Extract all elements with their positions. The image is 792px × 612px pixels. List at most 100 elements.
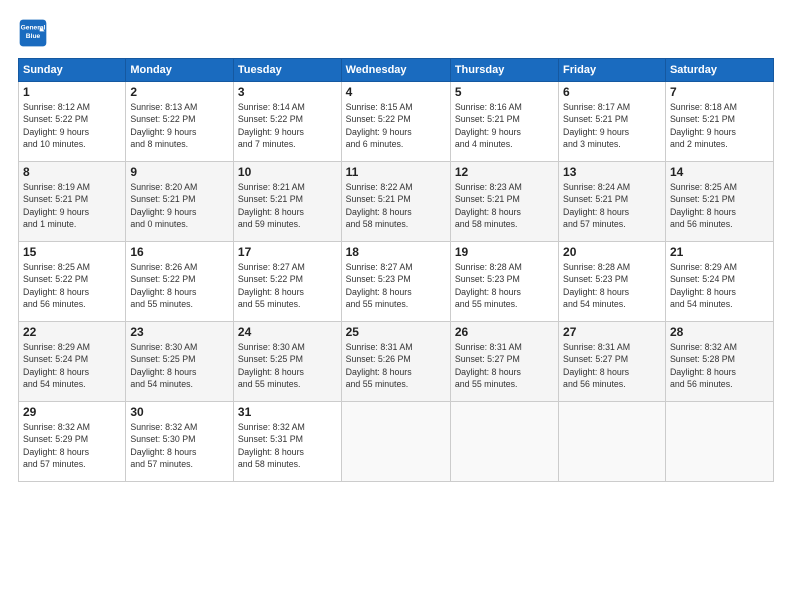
calendar-cell: 1 Sunrise: 8:12 AM Sunset: 5:22 PM Daylig… <box>19 82 126 162</box>
calendar-cell: 4 Sunrise: 8:15 AM Sunset: 5:22 PM Daylig… <box>341 82 450 162</box>
day-info: Sunrise: 8:18 AM Sunset: 5:21 PM Dayligh… <box>670 101 769 150</box>
calendar-cell: 30 Sunrise: 8:32 AM Sunset: 5:30 PM Dayli… <box>126 402 234 482</box>
day-number: 21 <box>670 245 769 259</box>
day-info: Sunrise: 8:15 AM Sunset: 5:22 PM Dayligh… <box>346 101 446 150</box>
day-number: 8 <box>23 165 121 179</box>
day-number: 22 <box>23 325 121 339</box>
calendar-cell: 31Sunrise: 8:32 AM Sunset: 5:31 PM Dayli… <box>233 402 341 482</box>
day-number: 7 <box>670 85 769 99</box>
calendar-cell: 11 Sunrise: 8:22 AM Sunset: 5:21 PM Dayli… <box>341 162 450 242</box>
day-number: 13 <box>563 165 661 179</box>
calendar-cell: 24Sunrise: 8:30 AM Sunset: 5:25 PM Dayli… <box>233 322 341 402</box>
day-number: 30 <box>130 405 229 419</box>
calendar-cell: 10 Sunrise: 8:21 AM Sunset: 5:21 PM Dayli… <box>233 162 341 242</box>
calendar-cell: 25Sunrise: 8:31 AM Sunset: 5:26 PM Dayli… <box>341 322 450 402</box>
day-info: Sunrise: 8:30 AM Sunset: 5:25 PM Dayligh… <box>238 341 337 390</box>
day-number: 28 <box>670 325 769 339</box>
day-info: Sunrise: 8:28 AM Sunset: 5:23 PM Dayligh… <box>563 261 661 310</box>
day-info: Sunrise: 8:20 AM Sunset: 5:21 PM Dayligh… <box>130 181 229 230</box>
day-info: Sunrise: 8:29 AM Sunset: 5:24 PM Dayligh… <box>23 341 121 390</box>
weekday-header-sunday: Sunday <box>19 59 126 82</box>
day-info: Sunrise: 8:14 AM Sunset: 5:22 PM Dayligh… <box>238 101 337 150</box>
calendar-cell: 17Sunrise: 8:27 AM Sunset: 5:22 PM Dayli… <box>233 242 341 322</box>
day-info: Sunrise: 8:24 AM Sunset: 5:21 PM Dayligh… <box>563 181 661 230</box>
day-number: 12 <box>455 165 554 179</box>
day-info: Sunrise: 8:32 AM Sunset: 5:29 PM Dayligh… <box>23 421 121 470</box>
day-number: 18 <box>346 245 446 259</box>
calendar: SundayMondayTuesdayWednesdayThursdayFrid… <box>18 58 774 482</box>
day-info: Sunrise: 8:17 AM Sunset: 5:21 PM Dayligh… <box>563 101 661 150</box>
day-number: 6 <box>563 85 661 99</box>
day-info: Sunrise: 8:31 AM Sunset: 5:27 PM Dayligh… <box>455 341 554 390</box>
calendar-cell: 22 Sunrise: 8:29 AM Sunset: 5:24 PM Dayli… <box>19 322 126 402</box>
day-info: Sunrise: 8:32 AM Sunset: 5:30 PM Dayligh… <box>130 421 229 470</box>
day-info: Sunrise: 8:21 AM Sunset: 5:21 PM Dayligh… <box>238 181 337 230</box>
day-info: Sunrise: 8:19 AM Sunset: 5:21 PM Dayligh… <box>23 181 121 230</box>
day-number: 31 <box>238 405 337 419</box>
day-info: Sunrise: 8:12 AM Sunset: 5:22 PM Dayligh… <box>23 101 121 150</box>
svg-text:Blue: Blue <box>26 33 41 40</box>
day-number: 20 <box>563 245 661 259</box>
calendar-cell: 6 Sunrise: 8:17 AM Sunset: 5:21 PM Daylig… <box>559 82 666 162</box>
calendar-cell: 12 Sunrise: 8:23 AM Sunset: 5:21 PM Dayli… <box>450 162 558 242</box>
day-number: 19 <box>455 245 554 259</box>
day-number: 16 <box>130 245 229 259</box>
day-number: 2 <box>130 85 229 99</box>
day-info: Sunrise: 8:13 AM Sunset: 5:22 PM Dayligh… <box>130 101 229 150</box>
weekday-header-thursday: Thursday <box>450 59 558 82</box>
day-number: 10 <box>238 165 337 179</box>
day-info: Sunrise: 8:31 AM Sunset: 5:27 PM Dayligh… <box>563 341 661 390</box>
calendar-cell: 3Sunrise: 8:14 AM Sunset: 5:22 PM Daylig… <box>233 82 341 162</box>
day-info: Sunrise: 8:23 AM Sunset: 5:21 PM Dayligh… <box>455 181 554 230</box>
day-number: 11 <box>346 165 446 179</box>
calendar-week-5: 29 Sunrise: 8:32 AM Sunset: 5:29 PM Dayli… <box>19 402 774 482</box>
day-number: 9 <box>130 165 229 179</box>
day-number: 14 <box>670 165 769 179</box>
day-info: Sunrise: 8:29 AM Sunset: 5:24 PM Dayligh… <box>670 261 769 310</box>
calendar-cell: 27Sunrise: 8:31 AM Sunset: 5:27 PM Dayli… <box>559 322 666 402</box>
calendar-cell: 19 Sunrise: 8:28 AM Sunset: 5:23 PM Dayli… <box>450 242 558 322</box>
calendar-cell <box>341 402 450 482</box>
calendar-cell: 21 Sunrise: 8:29 AM Sunset: 5:24 PM Dayli… <box>665 242 773 322</box>
calendar-cell: 16 Sunrise: 8:26 AM Sunset: 5:22 PM Dayli… <box>126 242 234 322</box>
day-number: 23 <box>130 325 229 339</box>
logo-icon: General Blue <box>18 18 48 48</box>
day-info: Sunrise: 8:25 AM Sunset: 5:22 PM Dayligh… <box>23 261 121 310</box>
calendar-body: 1 Sunrise: 8:12 AM Sunset: 5:22 PM Daylig… <box>19 82 774 482</box>
day-number: 15 <box>23 245 121 259</box>
logo: General Blue <box>18 18 52 48</box>
day-info: Sunrise: 8:16 AM Sunset: 5:21 PM Dayligh… <box>455 101 554 150</box>
calendar-week-1: 1 Sunrise: 8:12 AM Sunset: 5:22 PM Daylig… <box>19 82 774 162</box>
calendar-cell <box>559 402 666 482</box>
day-info: Sunrise: 8:26 AM Sunset: 5:22 PM Dayligh… <box>130 261 229 310</box>
calendar-cell: 28 Sunrise: 8:32 AM Sunset: 5:28 PM Dayli… <box>665 322 773 402</box>
day-number: 17 <box>238 245 337 259</box>
calendar-cell: 7 Sunrise: 8:18 AM Sunset: 5:21 PM Daylig… <box>665 82 773 162</box>
calendar-cell: 2 Sunrise: 8:13 AM Sunset: 5:22 PM Daylig… <box>126 82 234 162</box>
header: General Blue <box>18 18 774 48</box>
calendar-week-4: 22 Sunrise: 8:29 AM Sunset: 5:24 PM Dayli… <box>19 322 774 402</box>
calendar-cell: 20 Sunrise: 8:28 AM Sunset: 5:23 PM Dayli… <box>559 242 666 322</box>
weekday-header-row: SundayMondayTuesdayWednesdayThursdayFrid… <box>19 59 774 82</box>
calendar-cell: 8 Sunrise: 8:19 AM Sunset: 5:21 PM Daylig… <box>19 162 126 242</box>
day-number: 1 <box>23 85 121 99</box>
calendar-cell: 29 Sunrise: 8:32 AM Sunset: 5:29 PM Dayli… <box>19 402 126 482</box>
day-info: Sunrise: 8:32 AM Sunset: 5:28 PM Dayligh… <box>670 341 769 390</box>
day-info: Sunrise: 8:27 AM Sunset: 5:23 PM Dayligh… <box>346 261 446 310</box>
calendar-cell: 26Sunrise: 8:31 AM Sunset: 5:27 PM Dayli… <box>450 322 558 402</box>
weekday-header-monday: Monday <box>126 59 234 82</box>
day-number: 4 <box>346 85 446 99</box>
day-number: 29 <box>23 405 121 419</box>
day-number: 25 <box>346 325 446 339</box>
day-number: 5 <box>455 85 554 99</box>
calendar-week-3: 15 Sunrise: 8:25 AM Sunset: 5:22 PM Dayli… <box>19 242 774 322</box>
calendar-cell: 15 Sunrise: 8:25 AM Sunset: 5:22 PM Dayli… <box>19 242 126 322</box>
calendar-cell <box>665 402 773 482</box>
calendar-cell: 18 Sunrise: 8:27 AM Sunset: 5:23 PM Dayli… <box>341 242 450 322</box>
day-info: Sunrise: 8:22 AM Sunset: 5:21 PM Dayligh… <box>346 181 446 230</box>
day-info: Sunrise: 8:28 AM Sunset: 5:23 PM Dayligh… <box>455 261 554 310</box>
day-info: Sunrise: 8:25 AM Sunset: 5:21 PM Dayligh… <box>670 181 769 230</box>
weekday-header-tuesday: Tuesday <box>233 59 341 82</box>
calendar-cell: 13 Sunrise: 8:24 AM Sunset: 5:21 PM Dayli… <box>559 162 666 242</box>
calendar-cell: 14 Sunrise: 8:25 AM Sunset: 5:21 PM Dayli… <box>665 162 773 242</box>
